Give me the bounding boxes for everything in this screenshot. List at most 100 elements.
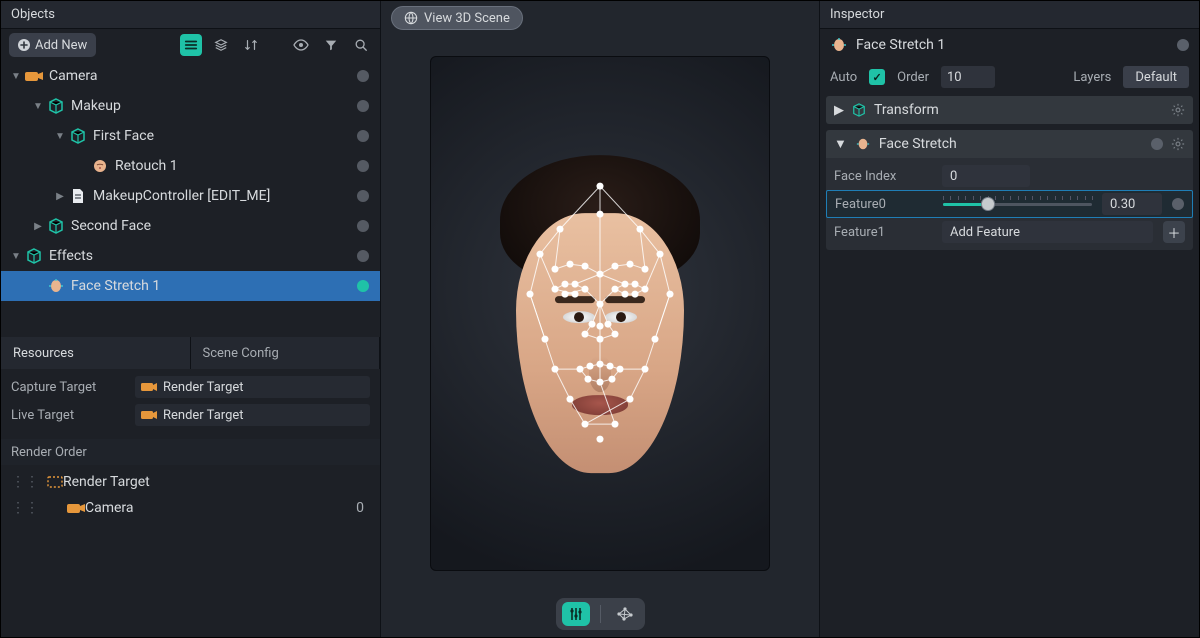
tree-row-label: MakeupController [EDIT_ME] [93,188,354,204]
transform-component: ▶ Transform [826,96,1193,124]
hierarchy-list-icon[interactable] [180,34,202,56]
facestretch-header[interactable]: ▼ Face Stretch [826,130,1193,158]
scene-icon [25,247,43,265]
tab-resources[interactable]: Resources [1,337,191,369]
layers-label: Layers [1073,70,1111,85]
facestretch-icon [830,37,848,53]
add-new-label: Add New [35,38,87,53]
plus-icon[interactable]: ＋ [1163,221,1185,243]
render-order-label: Camera [85,500,356,516]
live-target-text: Render Target [163,408,244,423]
sliders-tool-icon[interactable] [562,602,590,626]
visibility-toggle[interactable] [354,67,372,85]
tree-row-face-stretch-1[interactable]: Face Stretch 1 [1,271,380,301]
capture-target-value[interactable]: Render Target [135,376,370,398]
tree-row-retouch-1[interactable]: Retouch 1 [1,151,380,181]
sort-icon[interactable] [240,34,262,56]
render-order-count: 0 [356,500,364,516]
visibility-toggle[interactable] [354,247,372,265]
tree-row-makeup[interactable]: ▼Makeup [1,91,380,121]
view-3d-scene-button[interactable]: View 3D Scene [391,6,523,30]
scene-icon [47,217,65,235]
visibility-toggle[interactable] [354,277,372,295]
disclosure-arrow-icon[interactable]: ▼ [9,251,23,262]
disclosure-arrow-icon[interactable]: ▶ [31,221,45,232]
objects-panel: Objects Add New ▼Camera▼Makeup▼First Fac… [1,1,381,637]
layers-icon[interactable] [210,34,232,56]
add-feature-button[interactable]: Add Feature [942,221,1153,243]
auto-label: Auto [830,70,857,85]
face-index-input[interactable]: 0 [942,165,1030,187]
layers-dropdown[interactable]: Default [1123,66,1189,88]
add-new-button[interactable]: Add New [9,33,96,57]
tree-row-label: First Face [93,128,354,144]
tree-row-effects[interactable]: ▼ Effects [1,241,380,271]
order-input[interactable]: 10 [941,66,995,88]
globe-icon [404,11,418,25]
render-order-row[interactable]: ⋮⋮ Camera0 [1,495,380,521]
gear-icon[interactable] [1171,103,1185,117]
tree-row-camera[interactable]: ▼Camera [1,61,380,91]
disclosure-arrow-icon[interactable]: ▼ [53,131,67,142]
render-order-row[interactable]: ⋮⋮ Render Target [1,469,380,495]
objects-tree: ▼Camera▼Makeup▼First FaceRetouch 1▶Makeu… [1,61,380,301]
inspector-panel-title: Inspector [820,1,1199,29]
facestretch-component: ▼ Face Stretch Face Index 0 Feature0 [826,130,1193,250]
capture-target-text: Render Target [163,380,244,395]
script-icon [69,187,87,205]
tree-row-label: Second Face [71,218,354,234]
face-index-label: Face Index [834,169,932,184]
plus-icon [18,39,30,51]
retouch-icon [91,157,109,175]
tree-row-label: Face Stretch 1 [71,278,354,294]
visibility-toggle[interactable] [354,187,372,205]
order-label: Order [897,70,929,85]
live-target-value[interactable]: Render Target [135,404,370,426]
capture-target-label: Capture Target [11,380,121,395]
feature0-reset[interactable] [1172,198,1184,210]
drag-handle-icon[interactable]: ⋮⋮ [11,500,39,516]
disclosure-arrow-icon[interactable]: ▶ [53,191,67,202]
feature0-label: Feature0 [835,197,933,212]
visibility-toggle[interactable] [354,127,372,145]
scene-icon [47,97,65,115]
visibility-toggle[interactable] [354,157,372,175]
transform-header[interactable]: ▶ Transform [826,96,1193,124]
mesh-tool-icon[interactable] [611,602,639,626]
live-target-label: Live Target [11,408,121,423]
scene-icon [852,103,866,117]
feature0-value[interactable]: 0.30 [1102,193,1162,215]
objects-panel-title: Objects [1,1,380,29]
component-enable-toggle[interactable] [1151,138,1163,150]
tab-scene-config[interactable]: Scene Config [191,337,381,369]
view-3d-label: View 3D Scene [424,11,510,26]
auto-checkbox[interactable]: ✓ [869,69,885,85]
render-order-tree: ⋮⋮ Render Target ⋮⋮ Camera0 [1,465,380,525]
eye-icon[interactable] [290,34,312,56]
search-icon[interactable] [350,34,372,56]
rt-icon [47,475,63,489]
inspector-object-name: Face Stretch 1 [856,37,1169,53]
disclosure-arrow-icon[interactable]: ▼ [31,101,45,112]
enable-toggle[interactable] [1177,39,1189,51]
feature0-slider[interactable] [943,193,1092,215]
tree-row-first-face[interactable]: ▼ First Face [1,121,380,151]
tree-row-makeupcontroller-edit-me-[interactable]: ▶ MakeupController [EDIT_ME] [1,181,380,211]
drag-handle-icon[interactable]: ⋮⋮ [11,474,39,490]
render-order-label: Render Target [63,474,364,490]
tree-row-label: Effects [49,248,354,264]
chevron-right-icon: ▶ [834,103,844,118]
visibility-toggle[interactable] [354,217,372,235]
visibility-toggle[interactable] [354,97,372,115]
feature1-label: Feature1 [834,225,932,240]
camera-icon [25,67,43,85]
filter-icon[interactable] [320,34,342,56]
gear-icon[interactable] [1171,137,1185,151]
tree-row-second-face[interactable]: ▶ Second Face [1,211,380,241]
inspector-panel: Inspector Face Stretch 1 Auto ✓ Order 10… [819,1,1199,637]
render-target-icon [141,381,157,393]
disclosure-arrow-icon[interactable]: ▼ [9,71,23,82]
app-root: Objects Add New ▼Camera▼Makeup▼First Fac… [0,0,1200,638]
resources-tabs: Resources Scene Config [1,337,380,369]
preview-viewport[interactable] [430,56,770,571]
